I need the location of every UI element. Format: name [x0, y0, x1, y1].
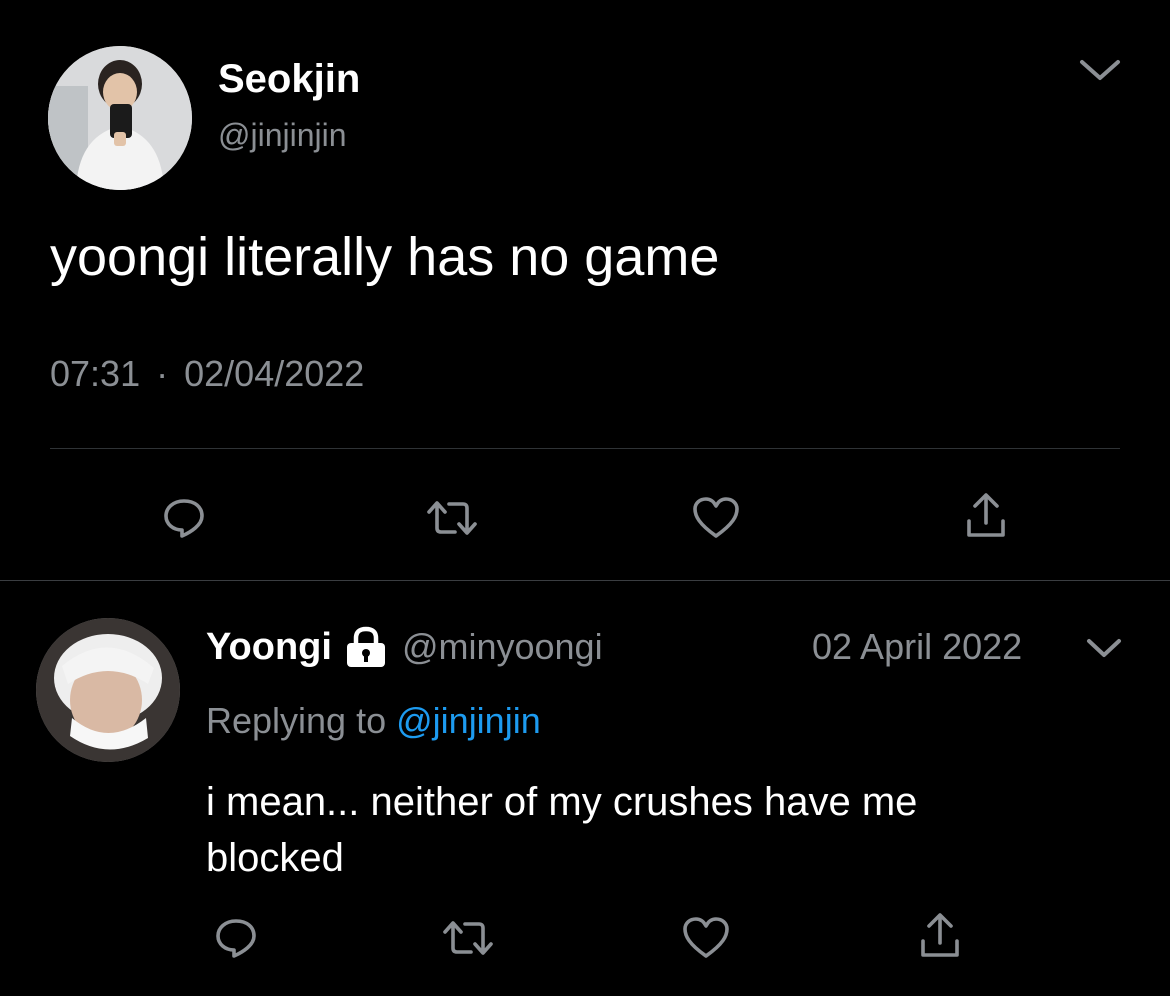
avatar-image: [36, 618, 180, 762]
divider-tweets: [0, 580, 1170, 581]
retweet-icon[interactable]: [436, 912, 500, 964]
replying-to-link[interactable]: @jinjinjin: [396, 700, 541, 741]
chevron-down-icon[interactable]: [1082, 632, 1126, 664]
reply-header: Yoongi @minyoongi: [206, 624, 603, 670]
like-icon[interactable]: [688, 492, 744, 544]
tweet-date: 02/04/2022: [184, 353, 365, 394]
share-icon[interactable]: [958, 488, 1014, 544]
chevron-down-icon[interactable]: [1074, 52, 1126, 88]
share-icon[interactable]: [912, 908, 968, 964]
replying-to-line: Replying to @jinjinjin: [206, 698, 541, 744]
avatar-seokjin[interactable]: [48, 46, 192, 190]
reply-icon[interactable]: [208, 912, 264, 964]
avatar-yoongi[interactable]: [36, 618, 180, 762]
reply-text-line-1: i mean... neither of my crushes have me: [206, 780, 918, 824]
tweet-text: yoongi literally has no game: [50, 227, 720, 287]
reply-date: 02 April 2022: [812, 626, 1023, 667]
timestamp-separator: ·: [156, 353, 169, 394]
tweet-time: 07:31: [50, 353, 141, 394]
tweet-timestamp: 07:31 · 02/04/2022: [50, 352, 364, 396]
like-icon[interactable]: [678, 912, 734, 964]
reply-icon[interactable]: [156, 492, 212, 544]
reply-author-name[interactable]: Yoongi: [206, 626, 332, 669]
lock-icon: [344, 626, 388, 668]
reply-text: i mean... neither of my crushes have me …: [206, 774, 917, 886]
author-name[interactable]: Seokjin: [218, 56, 360, 102]
reply-text-line-2: blocked: [206, 836, 344, 880]
author-handle[interactable]: @jinjinjin: [218, 116, 347, 154]
divider-action-bar: [50, 448, 1120, 449]
avatar-image: [48, 46, 192, 190]
reply-author-handle[interactable]: @minyoongi: [402, 626, 603, 668]
retweet-icon[interactable]: [420, 492, 484, 544]
replying-prefix: Replying to: [206, 700, 387, 741]
